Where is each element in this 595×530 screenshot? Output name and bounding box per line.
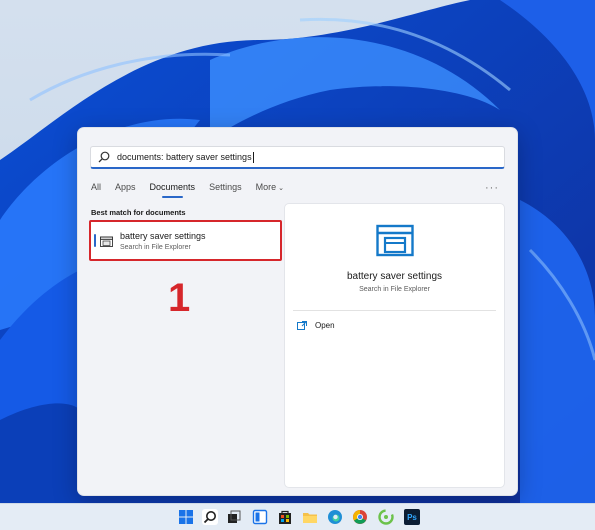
- chevron-down-icon: ⌄: [278, 185, 284, 192]
- selection-indicator: [94, 234, 96, 247]
- tab-more-label: More: [255, 182, 277, 192]
- best-match-result[interactable]: battery saver settings Search in File Ex…: [89, 220, 282, 261]
- file-explorer-icon: [376, 224, 414, 257]
- photoshop-label: Ps: [407, 512, 417, 522]
- search-icon[interactable]: [202, 509, 218, 525]
- divider: [293, 310, 496, 311]
- best-match-heading: Best match for documents: [91, 208, 186, 217]
- search-icon: [98, 151, 110, 163]
- detail-title: battery saver settings: [346, 271, 443, 282]
- step-annotation: 1: [168, 276, 191, 320]
- taskbar: Ps: [0, 503, 595, 530]
- task-view-icon[interactable]: [226, 509, 242, 525]
- more-options-button[interactable]: ···: [485, 182, 499, 194]
- tab-all[interactable]: All: [91, 182, 101, 198]
- tab-more[interactable]: More ⌄: [256, 182, 284, 198]
- widgets-icon[interactable]: [252, 509, 268, 525]
- open-action[interactable]: Open: [297, 321, 335, 330]
- tab-settings[interactable]: Settings: [209, 182, 242, 198]
- tab-apps[interactable]: Apps: [115, 182, 136, 198]
- search-panel: documents: battery saver settings All Ap…: [77, 127, 518, 496]
- file-explorer-icon[interactable]: [302, 509, 318, 525]
- search-filter-tabs: All Apps Documents Settings More ⌄: [91, 182, 298, 198]
- app-icon[interactable]: [378, 509, 394, 525]
- store-icon[interactable]: [277, 509, 293, 525]
- result-subtitle: Search in File Explorer: [120, 244, 191, 251]
- start-icon[interactable]: [178, 509, 194, 525]
- search-query-text: documents: battery saver settings: [117, 152, 252, 162]
- photoshop-icon[interactable]: Ps: [404, 509, 420, 525]
- result-title: battery saver settings: [120, 231, 206, 241]
- chrome-icon[interactable]: [352, 509, 368, 525]
- edge-icon[interactable]: [327, 509, 343, 525]
- open-icon: [297, 321, 307, 330]
- text-caret: [252, 151, 254, 163]
- detail-subtitle: Search in File Explorer: [359, 286, 430, 293]
- file-explorer-icon: [100, 236, 113, 247]
- search-input[interactable]: documents: battery saver settings: [90, 146, 505, 169]
- open-action-label: Open: [315, 321, 335, 330]
- tab-documents[interactable]: Documents: [150, 182, 195, 198]
- result-detail-pane: battery saver settings Search in File Ex…: [284, 203, 505, 488]
